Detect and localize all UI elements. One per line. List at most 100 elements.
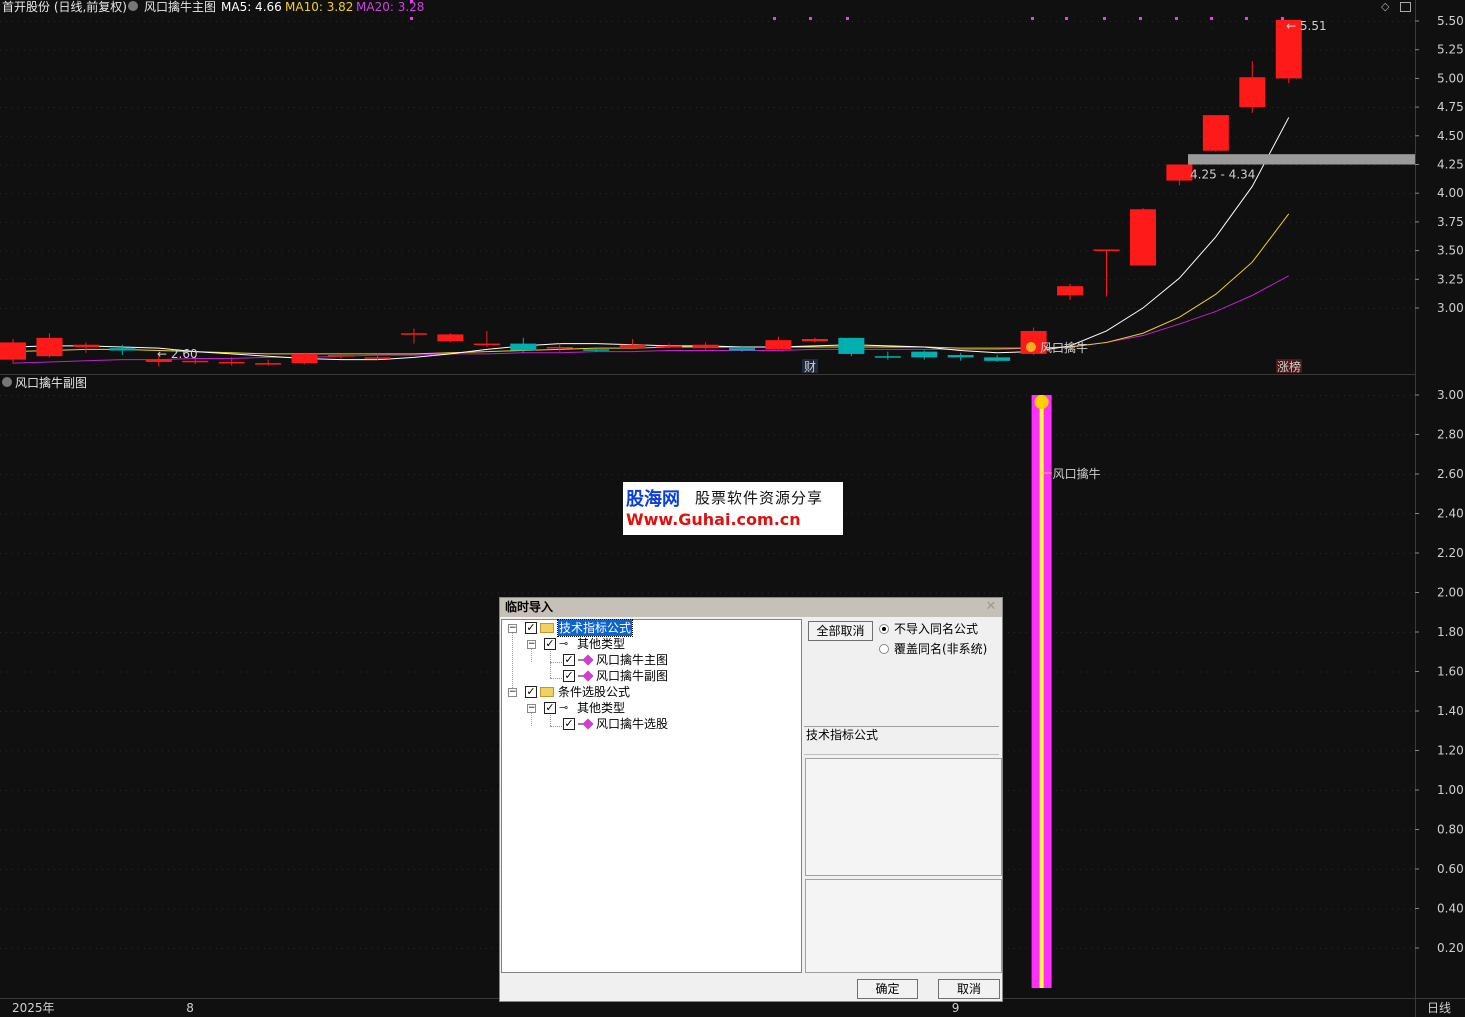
grid-dot [66, 107, 67, 109]
grid-dot [690, 193, 691, 195]
grid-dot [966, 135, 967, 137]
grid-dot [186, 790, 187, 791]
grid-dot [792, 553, 793, 554]
grid-dot [30, 107, 31, 109]
grid-dot [1212, 711, 1213, 712]
grid-dot [306, 513, 307, 515]
grid-dot [348, 49, 349, 51]
grid-dot [336, 308, 337, 309]
grid-dot [1302, 308, 1303, 309]
grid-dot [636, 78, 637, 80]
grid-dot [66, 790, 67, 791]
grid-dot [1086, 513, 1087, 515]
grid-dot [360, 193, 361, 195]
grid-dot [198, 553, 199, 554]
grid-dot [792, 474, 793, 475]
grid-dot [1224, 632, 1225, 633]
grid-dot [1272, 434, 1273, 436]
grid-dot [1386, 592, 1387, 594]
grid-dot [1140, 49, 1141, 51]
grid-dot [1164, 711, 1165, 712]
grid-dot [252, 135, 253, 137]
grid-dot [864, 474, 865, 475]
grid-dot [294, 221, 295, 223]
grid-dot [1128, 671, 1129, 673]
grid-dot [1374, 49, 1375, 51]
grid-dot [1260, 193, 1261, 195]
grid-dot [516, 78, 517, 80]
grid-dot [210, 434, 211, 436]
grid-dot [1194, 395, 1195, 396]
grid-dot [672, 164, 673, 166]
grid-dot [348, 193, 349, 195]
grid-dot [156, 632, 157, 633]
grid-dot [240, 193, 241, 195]
grid-dot [6, 434, 7, 436]
grid-dot [1080, 78, 1081, 80]
grid-dot [1224, 164, 1225, 166]
grid-dot [624, 553, 625, 554]
grid-dot [606, 78, 607, 80]
grid-dot [846, 193, 847, 195]
grid-dot [288, 750, 289, 752]
grid-dot [834, 395, 835, 396]
grid-dot [78, 49, 79, 51]
grid-dot [408, 135, 409, 137]
grid-dot [1212, 107, 1213, 109]
grid-dot [1170, 193, 1171, 195]
grid-dot [126, 107, 127, 109]
grid-dot [216, 434, 217, 436]
grid-dot [204, 474, 205, 475]
grid-dot [132, 78, 133, 80]
grid-dot [216, 78, 217, 80]
grid-dot [1410, 250, 1411, 252]
grid-dot [1284, 553, 1285, 554]
grid-dot [1362, 513, 1363, 515]
grid-dot [876, 308, 877, 309]
grid-dot [162, 49, 163, 51]
grid-dot [612, 395, 613, 396]
grid-dot [1326, 250, 1327, 252]
grid-dot [1212, 592, 1213, 594]
grid-dot [1170, 395, 1171, 396]
grid-dot [1104, 135, 1105, 137]
grid-dot [1320, 279, 1321, 281]
grid-dot [1056, 221, 1057, 223]
grid-dot [144, 107, 145, 109]
grid-dot [1164, 49, 1165, 51]
grid-dot [1188, 513, 1189, 515]
grid-dot [1290, 221, 1291, 223]
grid-dot [846, 49, 847, 51]
grid-dot [1260, 221, 1261, 223]
grid-dot [1068, 434, 1069, 436]
grid-dot [486, 474, 487, 475]
grid-dot [810, 49, 811, 51]
grid-dot [456, 193, 457, 195]
grid-dot [162, 592, 163, 594]
grid-dot [354, 632, 355, 633]
grid-dot [210, 49, 211, 51]
grid-dot [486, 164, 487, 166]
grid-dot [810, 279, 811, 281]
grid-dot [996, 553, 997, 554]
grid-dot [1296, 164, 1297, 166]
grid-dot [450, 221, 451, 223]
grid-dot [138, 474, 139, 475]
grid-dot [1140, 135, 1141, 137]
grid-dot [1062, 711, 1063, 712]
grid-dot [912, 474, 913, 475]
grid-dot [444, 78, 445, 80]
grid-dot [1242, 193, 1243, 195]
grid-dot [270, 279, 271, 281]
grid-dot [126, 513, 127, 515]
grid-dot [6, 592, 7, 594]
grid-dot [720, 78, 721, 80]
grid-dot [462, 592, 463, 594]
grid-dot [366, 750, 367, 752]
grid-dot [1398, 279, 1399, 281]
grid-dot [648, 164, 649, 166]
grid-dot [1314, 279, 1315, 281]
grid-dot [744, 107, 745, 109]
grid-dot [1200, 671, 1201, 673]
grid-dot [102, 107, 103, 109]
